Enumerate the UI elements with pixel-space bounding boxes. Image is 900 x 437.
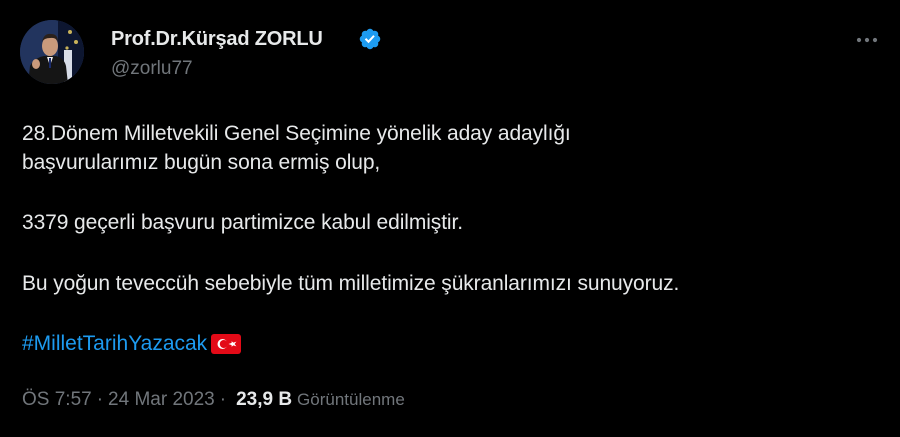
avatar-image [20, 20, 84, 84]
tweet-text-line: 3379 geçerli başvuru partimizce kabul ed… [22, 211, 463, 234]
author-handle[interactable]: @zorlu77 [111, 58, 193, 80]
meta-separator: · [219, 389, 227, 410]
tweet-time[interactable]: ÖS 7:57 [22, 389, 92, 411]
views-count[interactable]: 23,9 B [236, 389, 292, 411]
author-name[interactable]: Prof.Dr.Kürşad ZORLU [111, 28, 323, 51]
verified-badge-icon[interactable] [358, 27, 382, 51]
tweet-text-line: başvurularımız bugün sona ermiş olup, [22, 151, 381, 174]
meta-separator: · [96, 389, 104, 410]
more-dots-icon[interactable] [852, 30, 882, 50]
avatar[interactable] [20, 20, 84, 84]
tweet-date[interactable]: 24 Mar 2023 [108, 389, 215, 411]
tweet-text-line: 28.Dönem Milletvekili Genel Seçimine yön… [22, 122, 571, 145]
tweet-text-line: Bu yoğun teveccüh sebebiyle tüm milletim… [22, 272, 680, 295]
hashtag-link[interactable]: #MilletTarihYazacak [22, 332, 207, 356]
hashtag-row: #MilletTarihYazacak [22, 330, 242, 358]
tweet-card[interactable]: Prof.Dr.Kürşad ZORLU @zorlu77 28.Dönem M… [0, 0, 900, 437]
turkey-flag-icon [211, 334, 242, 354]
views-label: Görüntülenme [297, 390, 405, 409]
tweet-meta: ÖS 7:57 · 24 Mar 2023 · 23,9 B Görüntüle… [22, 389, 405, 411]
